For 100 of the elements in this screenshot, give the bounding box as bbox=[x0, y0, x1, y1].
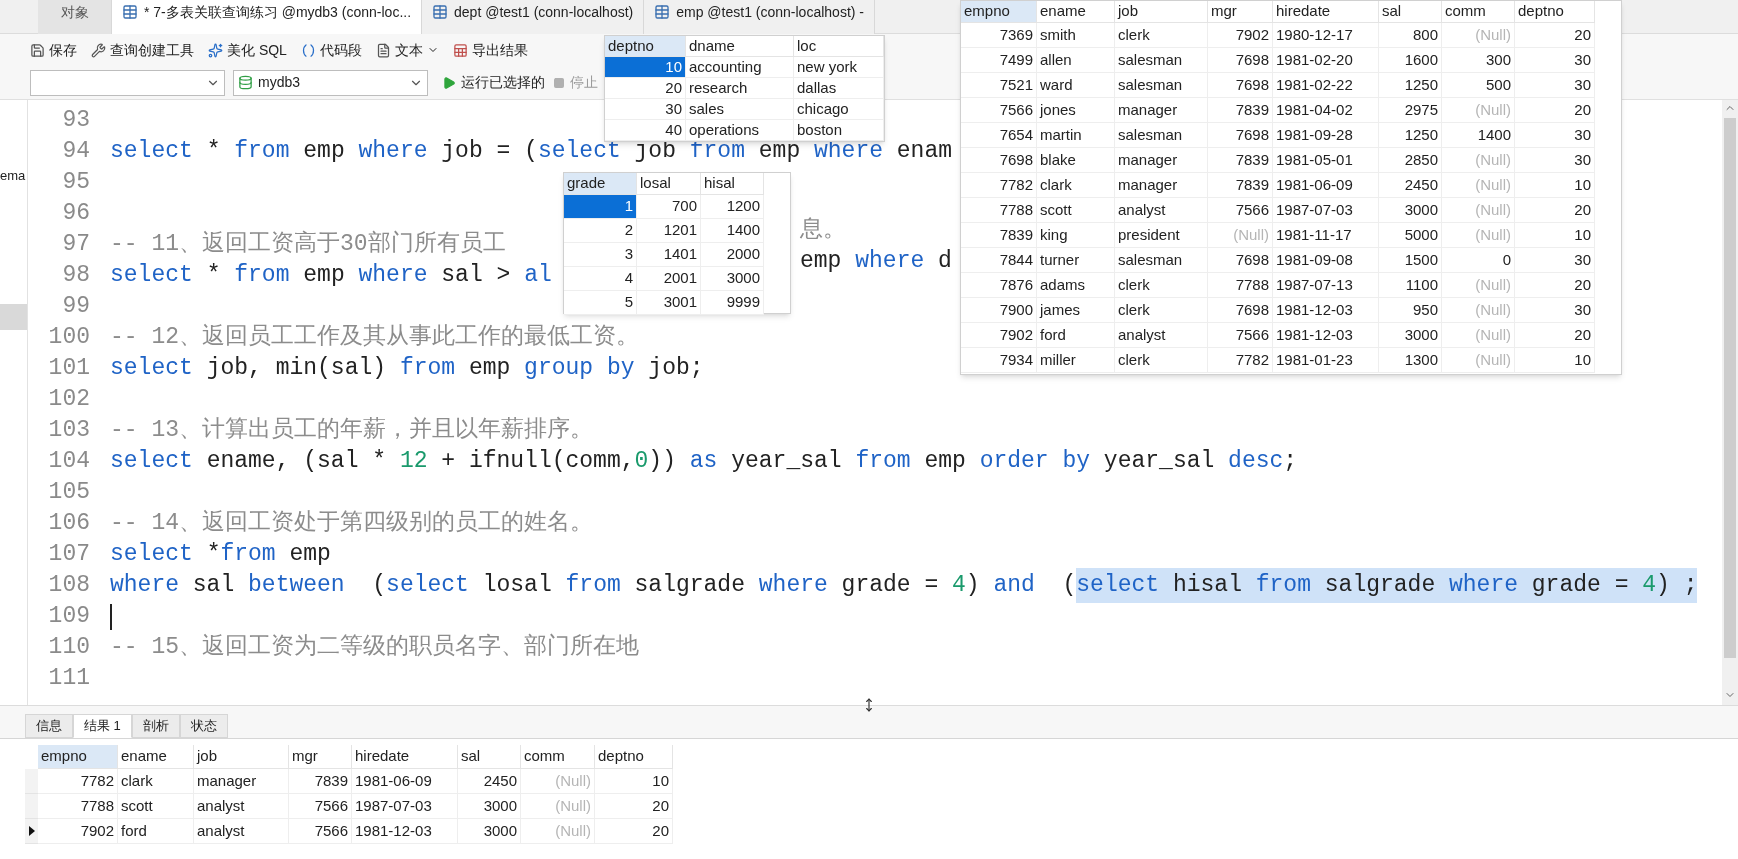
table-cell: 1600 bbox=[1379, 48, 1442, 73]
table-cell: clerk bbox=[1115, 23, 1208, 48]
column-header[interactable]: deptno bbox=[595, 745, 673, 769]
table-cell: 7566 bbox=[289, 819, 352, 844]
toolbar-button[interactable]: 查询创建工具 bbox=[91, 39, 194, 61]
table-cell: salesman bbox=[1115, 248, 1208, 273]
tab[interactable]: emp @test1 (conn-localhost) - bbox=[644, 0, 875, 34]
column-header[interactable]: grade bbox=[564, 173, 637, 195]
toolbar-button[interactable]: 保存 bbox=[30, 39, 77, 61]
column-header[interactable]: hiredate bbox=[1273, 1, 1379, 23]
toolbar-button[interactable]: 导出结果 bbox=[452, 39, 528, 61]
tab[interactable]: 对象 bbox=[38, 0, 112, 34]
connection-select[interactable] bbox=[30, 69, 225, 96]
table-cell: 7566 bbox=[289, 794, 352, 819]
line-number: 103 bbox=[47, 416, 91, 446]
table-cell: 1981-12-03 bbox=[1273, 298, 1379, 323]
table-cell: (Null) bbox=[1442, 23, 1515, 48]
scrollbar[interactable] bbox=[1722, 100, 1738, 705]
line-number: 104 bbox=[47, 447, 91, 477]
column-header[interactable]: ename bbox=[118, 745, 194, 769]
column-header[interactable]: comm bbox=[521, 745, 595, 769]
table-cell: 3 bbox=[564, 243, 637, 267]
column-header[interactable]: dname bbox=[686, 36, 794, 57]
column-header[interactable]: deptno bbox=[1515, 1, 1595, 23]
toolbar-button[interactable]: 代码段 bbox=[300, 39, 362, 61]
table-cell: 1981-01-23 bbox=[1273, 348, 1379, 373]
table-cell: 10 bbox=[605, 57, 686, 78]
table-cell: 7698 bbox=[1208, 73, 1273, 98]
table-cell: 7654 bbox=[961, 123, 1037, 148]
line-number: 105 bbox=[47, 478, 91, 508]
table-cell: salesman bbox=[1115, 73, 1208, 98]
column-header[interactable]: comm bbox=[1442, 1, 1515, 23]
sparkles-icon bbox=[208, 42, 223, 58]
tab[interactable]: 结果 1 bbox=[73, 714, 132, 738]
column-header[interactable]: empno bbox=[961, 1, 1037, 23]
column-header[interactable]: losal bbox=[637, 173, 701, 195]
table-cell: 7839 bbox=[1208, 148, 1273, 173]
column-header[interactable]: job bbox=[1115, 1, 1208, 23]
column-header[interactable]: loc bbox=[794, 36, 884, 57]
table-cell: 20 bbox=[1515, 23, 1595, 48]
toolbar-button[interactable]: 文本 bbox=[375, 39, 439, 61]
scroll-thumb[interactable] bbox=[1724, 118, 1736, 658]
column-header[interactable]: hisal bbox=[701, 173, 764, 195]
table-cell: 10 bbox=[1515, 223, 1595, 248]
table-cell: 7698 bbox=[1208, 248, 1273, 273]
table-cell: manager bbox=[1115, 148, 1208, 173]
table-cell: 5000 bbox=[1379, 223, 1442, 248]
column-header[interactable]: deptno bbox=[605, 36, 686, 57]
table-cell: 1100 bbox=[1379, 273, 1442, 298]
table-cell: 7566 bbox=[1208, 198, 1273, 223]
table-cell: 20 bbox=[1515, 273, 1595, 298]
tab[interactable]: * 7-多表关联查询练习 @mydb3 (conn-loc... bbox=[112, 0, 423, 34]
column-header[interactable]: sal bbox=[1379, 1, 1442, 23]
table-icon bbox=[654, 4, 671, 20]
table-cell: 7902 bbox=[1208, 23, 1273, 48]
column-header[interactable]: job bbox=[194, 745, 289, 769]
table-cell: 20 bbox=[1515, 323, 1595, 348]
spreadsheet-icon bbox=[452, 42, 468, 58]
row-header[interactable] bbox=[25, 819, 38, 844]
toolbar-button[interactable]: 美化 SQL bbox=[208, 39, 287, 61]
table-cell: 30 bbox=[1515, 248, 1595, 273]
column-header[interactable]: mgr bbox=[1208, 1, 1273, 23]
table-cell: salesman bbox=[1115, 123, 1208, 148]
column-header[interactable]: ename bbox=[1037, 1, 1115, 23]
wrench-icon bbox=[91, 42, 106, 58]
table-cell: 20 bbox=[605, 78, 686, 99]
table-cell: (Null) bbox=[521, 769, 595, 794]
table-cell: 10 bbox=[1515, 173, 1595, 198]
tab[interactable]: 信息 bbox=[25, 714, 73, 738]
table-cell: 7902 bbox=[961, 323, 1037, 348]
column-header[interactable]: empno bbox=[38, 745, 118, 769]
column-header[interactable]: hiredate bbox=[352, 745, 458, 769]
database-select[interactable]: mydb3 bbox=[233, 69, 428, 96]
table-cell: 500 bbox=[1442, 73, 1515, 98]
table-cell: (Null) bbox=[1442, 348, 1515, 373]
table-cell: 0 bbox=[1442, 248, 1515, 273]
line-number: 99 bbox=[61, 292, 91, 322]
tab[interactable]: dept @test1 (conn-localhost) bbox=[422, 0, 645, 34]
table-cell: 7876 bbox=[961, 273, 1037, 298]
table-cell: 1400 bbox=[1442, 123, 1515, 148]
table-cell: 1981-09-28 bbox=[1273, 123, 1379, 148]
column-header[interactable]: sal bbox=[458, 745, 521, 769]
table-cell: 1981-04-02 bbox=[1273, 98, 1379, 123]
table-cell: 800 bbox=[1379, 23, 1442, 48]
table-cell: 3000 bbox=[701, 267, 764, 291]
tab[interactable]: 剖析 bbox=[131, 714, 180, 738]
table-cell: (Null) bbox=[1442, 273, 1515, 298]
column-header[interactable]: mgr bbox=[289, 745, 352, 769]
table-cell: 7839 bbox=[1208, 173, 1273, 198]
table-icon bbox=[432, 4, 449, 20]
table-cell: 7788 bbox=[1208, 273, 1273, 298]
code-text: 息。 bbox=[800, 216, 846, 246]
table-cell: blake bbox=[1037, 148, 1115, 173]
table-cell: 1981-05-01 bbox=[1273, 148, 1379, 173]
tab[interactable]: 状态 bbox=[179, 714, 228, 738]
table-cell: ford bbox=[1037, 323, 1115, 348]
run-button[interactable]: 运行已选择的 bbox=[442, 72, 545, 93]
play-icon bbox=[442, 75, 456, 90]
table-cell: 7900 bbox=[961, 298, 1037, 323]
table-cell: analyst bbox=[194, 794, 289, 819]
